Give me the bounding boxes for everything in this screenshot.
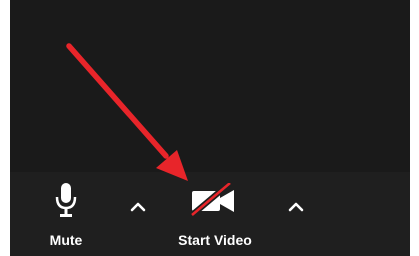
window-edge xyxy=(410,0,419,256)
video-options-button[interactable] xyxy=(283,194,309,220)
meeting-toolbar: Mute Start Video xyxy=(10,172,410,256)
chevron-up-icon xyxy=(130,202,146,212)
chevron-up-icon xyxy=(288,202,304,212)
audio-options-button[interactable] xyxy=(125,194,151,220)
screenshot-stage: Mute Start Video xyxy=(0,0,419,256)
mute-button[interactable]: Mute xyxy=(36,172,96,256)
video-camera-off-icon xyxy=(188,172,242,228)
mute-label: Mute xyxy=(49,232,83,248)
start-video-label: Start Video xyxy=(178,232,252,248)
microphone-icon xyxy=(53,172,79,228)
start-video-button[interactable]: Start Video xyxy=(160,172,270,256)
